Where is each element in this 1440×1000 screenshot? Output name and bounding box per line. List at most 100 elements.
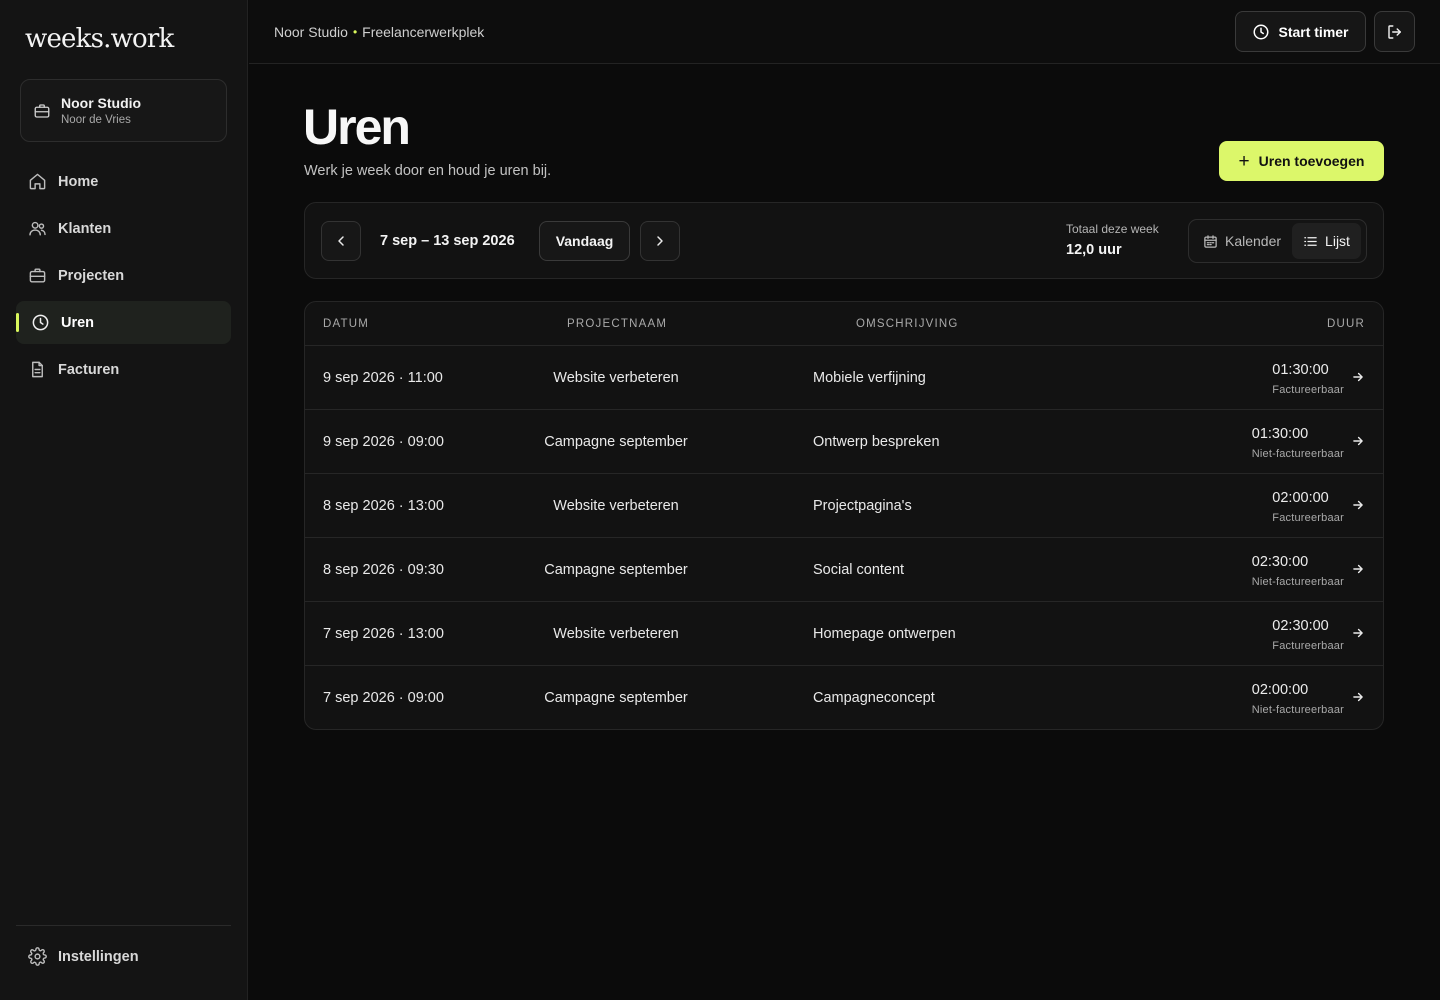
sidebar-nav: Home Klanten Projecten Uren Facturen [16, 160, 231, 395]
sidebar-item-projecten[interactable]: Projecten [16, 254, 231, 297]
row-duration-time: 01:30:00 [1272, 362, 1329, 378]
sidebar: weeks.work Noor Studio Noor de Vries Hom… [0, 0, 248, 1000]
sidebar-item-uren[interactable]: Uren [16, 301, 231, 344]
week-total-value: 12,0 uur [1066, 242, 1122, 258]
view-list-button[interactable]: Lijst [1292, 223, 1361, 259]
workspace-switcher[interactable]: Noor Studio Noor de Vries [20, 79, 227, 142]
start-timer-button[interactable]: Start timer [1235, 11, 1366, 52]
row-date: 7 sep 2026 · 13:00 [323, 626, 444, 642]
arrow-right-icon[interactable] [1351, 434, 1365, 448]
row-description: Campagneconcept [813, 690, 935, 706]
row-description: Social content [813, 562, 905, 578]
briefcase-icon [28, 266, 47, 285]
row-duration: 01:30:00 Factureerbaar [1272, 362, 1344, 396]
breadcrumb-workspace[interactable]: Noor Studio [274, 24, 348, 40]
row-duration-time: 02:30:00 [1251, 554, 1309, 570]
column-header-project: PROJECTNAAM [567, 318, 668, 330]
plus-icon: + [1238, 150, 1250, 172]
row-duration-time: 02:30:00 [1272, 618, 1329, 634]
today-button[interactable]: Vandaag [539, 221, 630, 261]
row-date: 7 sep 2026 · 09:00 [323, 690, 444, 706]
view-calendar-label: Kalender [1225, 233, 1282, 249]
hours-table: DATUM PROJECTNAAM OMSCHRIJVING DUUR 9 se… [304, 301, 1384, 730]
sidebar-divider [16, 925, 231, 926]
row-project: Campagne september [544, 562, 688, 578]
sidebar-item-label: Home [58, 173, 99, 190]
sidebar-item-label: Klanten [58, 220, 112, 237]
row-billing-status: Niet-factureerbaar [1251, 448, 1344, 460]
row-date: 9 sep 2026 · 11:00 [323, 370, 443, 386]
sidebar-item-facturen[interactable]: Facturen [16, 348, 231, 391]
workspace-owner: Noor de Vries [61, 114, 131, 126]
week-total: Totaal deze week 12,0 uur [1066, 222, 1159, 258]
row-duration: 02:30:00 Niet-factureerbaar [1252, 554, 1344, 588]
start-timer-label: Start timer [1278, 23, 1349, 40]
row-date: 9 sep 2026 · 09:00 [323, 434, 444, 450]
row-duration: 02:30:00 Factureerbaar [1272, 618, 1344, 652]
home-icon [28, 172, 47, 191]
settings-label: Instellingen [58, 948, 139, 965]
previous-week-button[interactable] [321, 221, 361, 261]
row-billing-status: Factureerbaar [1272, 384, 1344, 396]
row-date: 8 sep 2026 · 09:30 [323, 562, 444, 578]
view-calendar-button[interactable]: Kalender [1192, 223, 1292, 259]
table-row[interactable]: 9 sep 2026 · 09:00 Campagne september On… [305, 410, 1383, 474]
row-description: Projectpagina's [813, 498, 912, 514]
topbar: Noor Studio • Freelancerwerkplek Start t… [249, 0, 1440, 64]
week-navigator: 7 sep – 13 sep 2026 Vandaag Totaal deze … [304, 202, 1384, 279]
sidebar-item-settings[interactable]: Instellingen [16, 935, 231, 978]
add-hours-button[interactable]: + Uren toevoegen [1219, 141, 1384, 181]
view-toggle: Kalender Lijst [1188, 219, 1367, 263]
row-billing-status: Niet-factureerbaar [1251, 704, 1344, 716]
breadcrumb-separator: • [352, 25, 358, 39]
view-list-label: Lijst [1325, 233, 1350, 249]
table-row[interactable]: 7 sep 2026 · 13:00 Website verbeteren Ho… [305, 602, 1383, 666]
breadcrumb: Noor Studio • Freelancerwerkplek [274, 24, 484, 40]
page-title: Uren [303, 99, 411, 155]
arrow-right-icon[interactable] [1351, 626, 1365, 640]
row-billing-status: Niet-factureerbaar [1251, 576, 1344, 588]
column-header-date: DATUM [323, 318, 370, 330]
row-duration: 02:00:00 Factureerbaar [1272, 490, 1344, 524]
table-row[interactable]: 9 sep 2026 · 11:00 Website verbeteren Mo… [305, 346, 1383, 410]
arrow-right-icon[interactable] [1351, 562, 1365, 576]
sidebar-item-klanten[interactable]: Klanten [16, 207, 231, 250]
add-hours-label: Uren toevoegen [1258, 153, 1365, 169]
row-project: Website verbeteren [553, 370, 679, 386]
arrow-right-icon[interactable] [1351, 690, 1365, 704]
next-week-button[interactable] [640, 221, 680, 261]
arrow-right-icon[interactable] [1351, 370, 1365, 384]
chevron-left-icon [333, 233, 349, 249]
row-project: Website verbeteren [553, 498, 679, 514]
table-row[interactable]: 7 sep 2026 · 09:00 Campagne september Ca… [305, 666, 1383, 729]
row-description: Mobiele verfijning [813, 370, 926, 386]
table-row[interactable]: 8 sep 2026 · 13:00 Website verbeteren Pr… [305, 474, 1383, 538]
users-icon [28, 219, 47, 238]
column-header-description: OMSCHRIJVING [856, 318, 959, 330]
clock-icon [1252, 23, 1270, 41]
briefcase-icon [33, 102, 51, 120]
page-subtitle: Werk je week door en houd je uren bij. [304, 163, 552, 179]
sidebar-item-home[interactable]: Home [16, 160, 231, 203]
sidebar-item-label: Uren [61, 314, 95, 331]
arrow-right-icon[interactable] [1351, 498, 1365, 512]
sidebar-item-label: Projecten [58, 267, 125, 284]
calendar-icon [1203, 234, 1218, 249]
table-row[interactable]: 8 sep 2026 · 09:30 Campagne september So… [305, 538, 1383, 602]
row-description: Homepage ontwerpen [813, 626, 956, 642]
row-project: Campagne september [544, 690, 688, 706]
logout-button[interactable] [1374, 11, 1415, 52]
week-range: 7 sep – 13 sep 2026 [380, 233, 515, 249]
row-project: Website verbeteren [553, 626, 679, 642]
list-icon [1303, 234, 1318, 249]
row-duration-time: 01:30:00 [1251, 426, 1309, 442]
row-billing-status: Factureerbaar [1272, 512, 1344, 524]
row-duration-time: 02:00:00 [1272, 490, 1329, 506]
row-billing-status: Factureerbaar [1272, 640, 1344, 652]
chevron-right-icon [652, 233, 668, 249]
row-description: Ontwerp bespreken [813, 434, 940, 450]
week-total-label: Totaal deze week [1066, 222, 1159, 236]
clock-icon [31, 313, 50, 332]
column-header-duration: DUUR [1326, 318, 1365, 330]
app-logo[interactable]: weeks.work [25, 24, 174, 54]
